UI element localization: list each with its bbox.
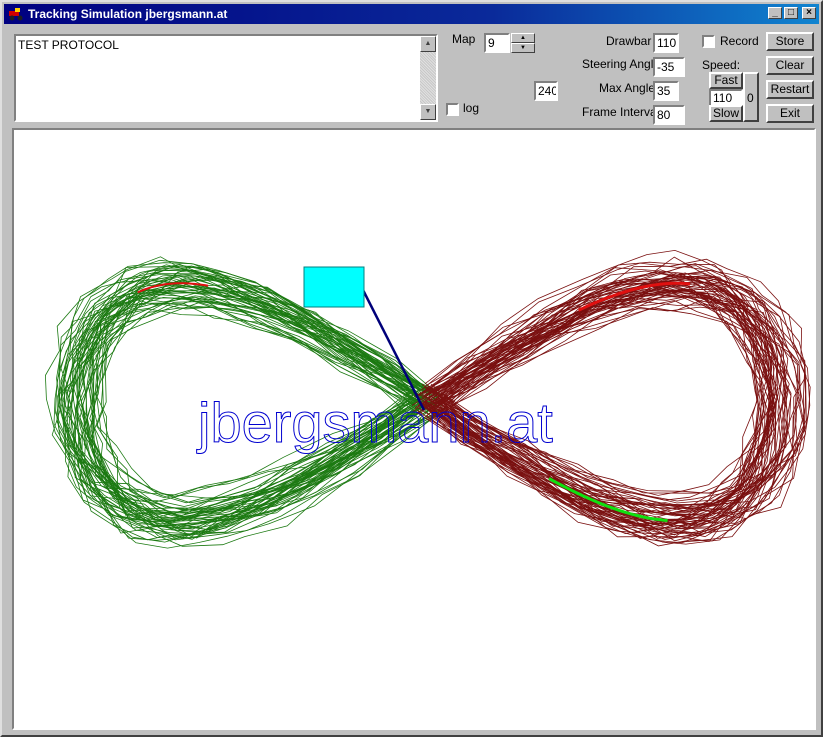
max-angle-value: 35 — [657, 84, 671, 98]
map-value: 9 — [488, 36, 495, 50]
slow-button[interactable]: Slow — [709, 105, 743, 122]
map-input[interactable]: 9 — [484, 33, 510, 53]
title-bar[interactable]: Tracking Simulation jbergsmann.at _ □ × — [4, 4, 819, 24]
simulation-drawing: jbergsmann.at — [44, 249, 811, 549]
drawbar-input[interactable]: 110 — [653, 33, 679, 53]
drawbar-label: Drawbar — [606, 34, 652, 48]
speed-scale-value: 0 — [747, 91, 754, 105]
map-up-button[interactable]: ▲ — [511, 33, 535, 43]
max-angle-input[interactable]: 35 — [653, 81, 679, 101]
maximize-button[interactable]: □ — [784, 7, 798, 19]
frame-interval-value: 80 — [657, 108, 671, 122]
restart-button-label: Restart — [770, 82, 810, 96]
minimize-icon: _ — [772, 7, 778, 18]
log-checkbox[interactable] — [446, 103, 459, 116]
steering-angle-value: -35 — [657, 60, 675, 74]
watermark-text: jbergsmann.at — [196, 391, 553, 454]
record-checkbox[interactable] — [702, 35, 715, 48]
scroll-down-button[interactable]: ▼ — [420, 104, 436, 120]
simulation-canvas[interactable]: jbergsmann.at — [12, 128, 816, 730]
protocol-scrollbar[interactable]: ▲ ▼ — [420, 36, 436, 120]
maximize-icon: □ — [787, 7, 795, 18]
drawbar-value: 110 — [657, 36, 677, 50]
close-button[interactable]: × — [802, 7, 816, 19]
arrow-up-icon: ▲ — [424, 40, 432, 47]
fast-button-label: Fast — [714, 73, 738, 87]
log-label: log — [463, 101, 480, 115]
arrow-up-icon: ▲ — [520, 35, 526, 41]
speed-value: 110 — [713, 91, 733, 105]
store-button[interactable]: Store — [766, 32, 814, 51]
fast-button[interactable]: Fast — [709, 72, 743, 89]
counter-value: 240 — [538, 84, 558, 98]
close-icon: × — [806, 7, 812, 18]
speed-label: Speed: — [702, 58, 741, 72]
frame-interval-input[interactable]: 80 — [653, 105, 685, 125]
app-window: Tracking Simulation jbergsmann.at _ □ × … — [0, 0, 823, 737]
counter-field: 240 — [534, 81, 558, 101]
arrow-down-icon: ▼ — [424, 108, 432, 115]
protocol-textarea[interactable]: TEST PROTOCOL ▲ ▼ — [14, 34, 438, 122]
speed-scale[interactable]: 0 — [743, 72, 759, 122]
restart-button[interactable]: Restart — [766, 80, 814, 99]
steering-angle-label: Steering Angle — [582, 57, 661, 71]
vehicle-body[interactable] — [303, 266, 365, 308]
store-button-label: Store — [775, 34, 805, 48]
exit-button-label: Exit — [779, 106, 800, 120]
max-angle-label: Max Angle — [599, 81, 656, 95]
slow-button-label: Slow — [712, 106, 739, 120]
protocol-text: TEST PROTOCOL — [18, 38, 119, 52]
arrow-down-icon: ▼ — [520, 45, 526, 51]
scroll-up-button[interactable]: ▲ — [420, 36, 436, 52]
map-down-button[interactable]: ▼ — [511, 43, 535, 53]
exit-button[interactable]: Exit — [766, 104, 814, 123]
map-label: Map — [452, 32, 476, 46]
tractor-icon — [9, 8, 23, 21]
clear-button[interactable]: Clear — [766, 56, 814, 75]
record-label: Record — [720, 34, 759, 48]
minimize-button[interactable]: _ — [768, 7, 782, 19]
window-title: Tracking Simulation jbergsmann.at — [28, 7, 228, 21]
steering-angle-input[interactable]: -35 — [653, 57, 685, 77]
frame-interval-label: Frame Interval — [582, 105, 660, 119]
clear-button-label: Clear — [775, 58, 805, 72]
